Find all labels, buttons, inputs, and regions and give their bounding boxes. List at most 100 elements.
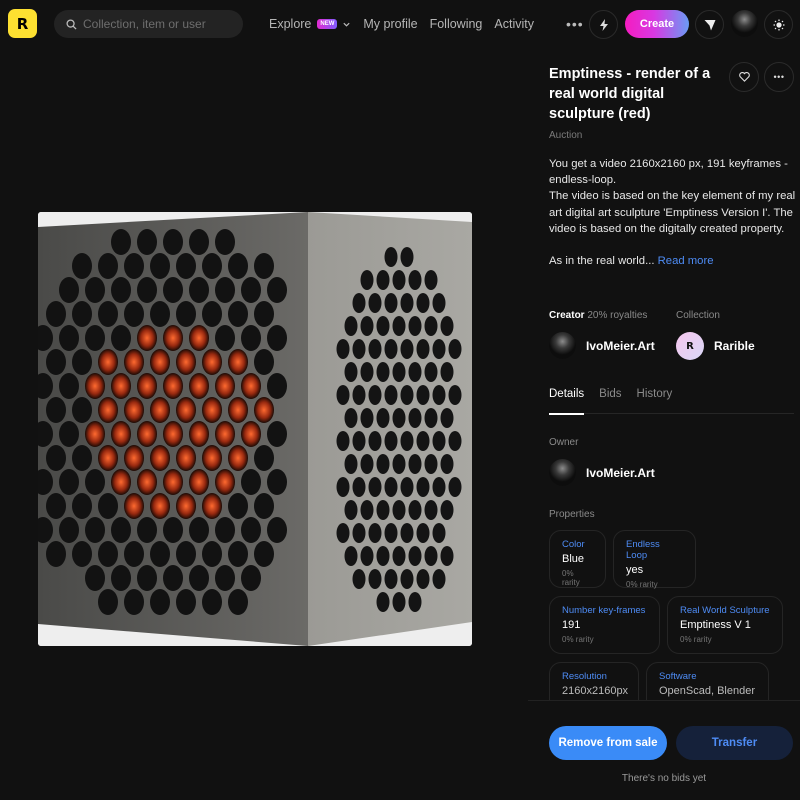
perforation-hole [137,325,157,351]
remove-from-sale-button[interactable]: Remove from sale [549,726,667,760]
perforation-hole [368,339,382,359]
read-more-link[interactable]: Read more [658,255,714,267]
perforation-hole [408,500,422,520]
perforation-hole [202,493,222,519]
perforation-hole [432,523,446,543]
perforation-hole [46,349,66,375]
property-card[interactable]: Color Blue 0% rarity [549,530,606,588]
perforation-hole [85,373,105,399]
property-card[interactable]: Number key-frames 191 0% rarity [549,596,660,654]
transfer-button[interactable]: Transfer [676,726,793,760]
nav-my-profile[interactable]: My profile [363,17,417,31]
perforation-hole [392,316,406,336]
perforation-hole [408,454,422,474]
perforation-hole [124,397,144,423]
perforation-hole [241,469,261,495]
perforation-hole [424,270,438,290]
royalties-text: 20% royalties [587,310,648,321]
perforation-hole [336,385,350,405]
property-key: Real World Sculpture [680,605,770,616]
perforation-hole [189,277,209,303]
nav-following[interactable]: Following [430,17,483,31]
perforation-hole [241,373,261,399]
perforation-hole [336,431,350,451]
perforation-hole [98,445,118,471]
owner-link[interactable]: IvoMeier.Art [549,459,655,486]
rarible-logo[interactable]: R [8,9,37,38]
collection-link[interactable]: R Rarible [676,332,755,360]
owner-name: IvoMeier.Art [586,465,655,480]
perforation-hole [408,408,422,428]
tab-history[interactable]: History [637,388,673,414]
property-key: Resolution [562,671,607,682]
nft-artwork-image[interactable] [38,212,472,646]
creator-link[interactable]: IvoMeier.Art [549,332,655,359]
perforation-hole [336,523,350,543]
perforation-hole [368,431,382,451]
perforation-hole [228,493,248,519]
create-button[interactable]: Create [625,10,689,38]
send-button[interactable] [695,10,724,39]
more-options-button[interactable]: ••• [764,62,794,92]
perforation-hole [432,431,446,451]
perforation-hole [440,500,454,520]
perforation-hole [46,541,66,567]
perforation-hole [189,517,209,543]
lightning-button[interactable] [589,10,618,39]
perforation-hole [360,500,374,520]
perforation-hole [150,493,170,519]
property-card[interactable]: Endless Loop yes 0% rarity [613,530,696,589]
bids-status-text: There's no bids yet [621,773,707,784]
description-line: As in the real world... [549,255,655,268]
perforation-hole [163,325,183,351]
perforation-hole [228,253,248,279]
perforation-hole [392,592,406,612]
perforation-hole [72,541,92,567]
property-card[interactable]: Real World Sculpture Emptiness V 1 0% ra… [667,596,783,654]
perforation-hole [98,349,118,375]
perforation-hole [254,541,274,567]
perforation-hole [150,541,170,567]
description-line: The video is based on the key element of… [549,190,796,235]
search-input[interactable] [83,17,233,31]
perforation-hole [384,247,398,267]
perforation-hole [202,445,222,471]
perforation-hole [176,301,196,327]
perforation-hole [448,339,462,359]
theme-toggle-button[interactable] [764,10,793,39]
tab-details[interactable]: Details [549,388,585,415]
perforation-hole [408,270,422,290]
perforation-hole [59,325,79,351]
perforation-hole [215,469,235,495]
nav-more-button[interactable]: ••• [566,16,584,32]
perforation-hole [416,523,430,543]
property-key: Software [659,671,697,682]
perforation-hole [228,301,248,327]
perforation-hole [189,469,209,495]
perforation-hole [424,546,438,566]
user-avatar[interactable] [731,10,758,37]
nav-activity[interactable]: Activity [494,17,534,31]
perforation-hole [72,397,92,423]
collection-logo: R [686,340,694,352]
search-bar[interactable] [54,10,243,38]
like-button[interactable] [729,62,759,92]
perforation-hole [137,421,157,447]
perforation-hole [189,373,209,399]
perforation-hole [400,569,414,589]
perforation-hole [400,247,414,267]
perforation-hole [124,493,144,519]
perforation-hole [267,517,287,543]
tab-bids[interactable]: Bids [599,388,621,414]
nav-explore[interactable]: Explore NEW [269,17,351,31]
perforation-hole [254,301,274,327]
perforation-hole [376,316,390,336]
perforation-hole [384,385,398,405]
perforation-hole [267,469,287,495]
perforation-hole [424,454,438,474]
property-value: 191 [562,619,581,631]
perforation-hole [228,397,248,423]
perforation-hole [59,277,79,303]
perforation-hole [392,270,406,290]
perforation-hole [150,301,170,327]
